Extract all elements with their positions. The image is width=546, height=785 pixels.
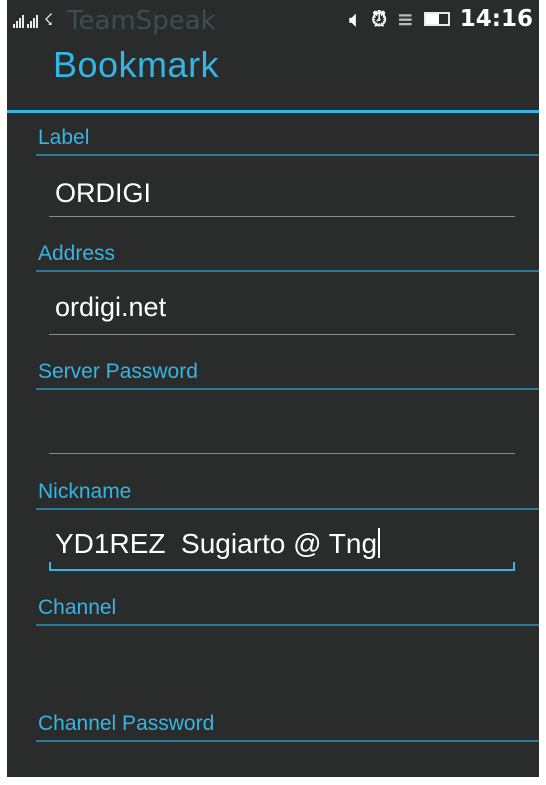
usb-icon: ☇	[44, 10, 54, 29]
address-input-underline	[49, 334, 515, 335]
channel-caption: Channel	[38, 596, 117, 619]
app-name-ghost: TeamSpeak	[67, 6, 216, 36]
label-caption: Label	[38, 126, 90, 149]
channel-input[interactable]	[55, 646, 515, 677]
nickname-input[interactable]: YD1REZ Sugiarto @ Tng	[55, 528, 515, 560]
status-bar: ☇ TeamSpeak 🔈︎ ⏰︎ ≡ 14:16	[7, 0, 539, 44]
alarm-icon: ⏰︎	[371, 7, 388, 31]
server-password-caption: Server Password	[38, 360, 198, 383]
address-input[interactable]	[55, 292, 515, 323]
status-left-icons: ☇	[13, 12, 53, 28]
title-divider	[7, 110, 539, 113]
label-input[interactable]	[55, 178, 515, 209]
channel-password-caption: Channel Password	[38, 712, 215, 735]
channel-password-divider	[36, 740, 539, 742]
address-divider	[36, 270, 539, 272]
channel-divider	[36, 624, 539, 626]
nickname-underline-right-tick	[513, 562, 515, 570]
device-screen: ☇ TeamSpeak 🔈︎ ⏰︎ ≡ 14:16 Bookmark Label…	[7, 0, 539, 777]
status-time: 14:16	[459, 6, 533, 32]
volume-icon: 🔈︎	[349, 7, 362, 31]
address-caption: Address	[38, 242, 116, 265]
nickname-value: YD1REZ Sugiarto @ Tng	[55, 528, 378, 559]
server-password-input-underline	[49, 453, 515, 454]
dialog-title: Bookmark	[53, 44, 220, 85]
label-input-underline	[49, 216, 515, 217]
battery-icon	[423, 12, 450, 26]
wifi-icon: ≡	[397, 7, 414, 31]
text-caret	[378, 528, 381, 558]
signal-icon	[27, 15, 38, 28]
server-password-divider	[36, 388, 539, 390]
nickname-caption: Nickname	[38, 480, 132, 503]
label-divider	[36, 154, 539, 156]
nickname-divider	[36, 508, 539, 510]
nickname-input-underline	[49, 569, 515, 571]
signal-icon	[13, 15, 24, 28]
server-password-input[interactable]	[55, 410, 515, 441]
status-right-icons: 🔈︎ ⏰︎ ≡ 14:16	[349, 6, 533, 32]
